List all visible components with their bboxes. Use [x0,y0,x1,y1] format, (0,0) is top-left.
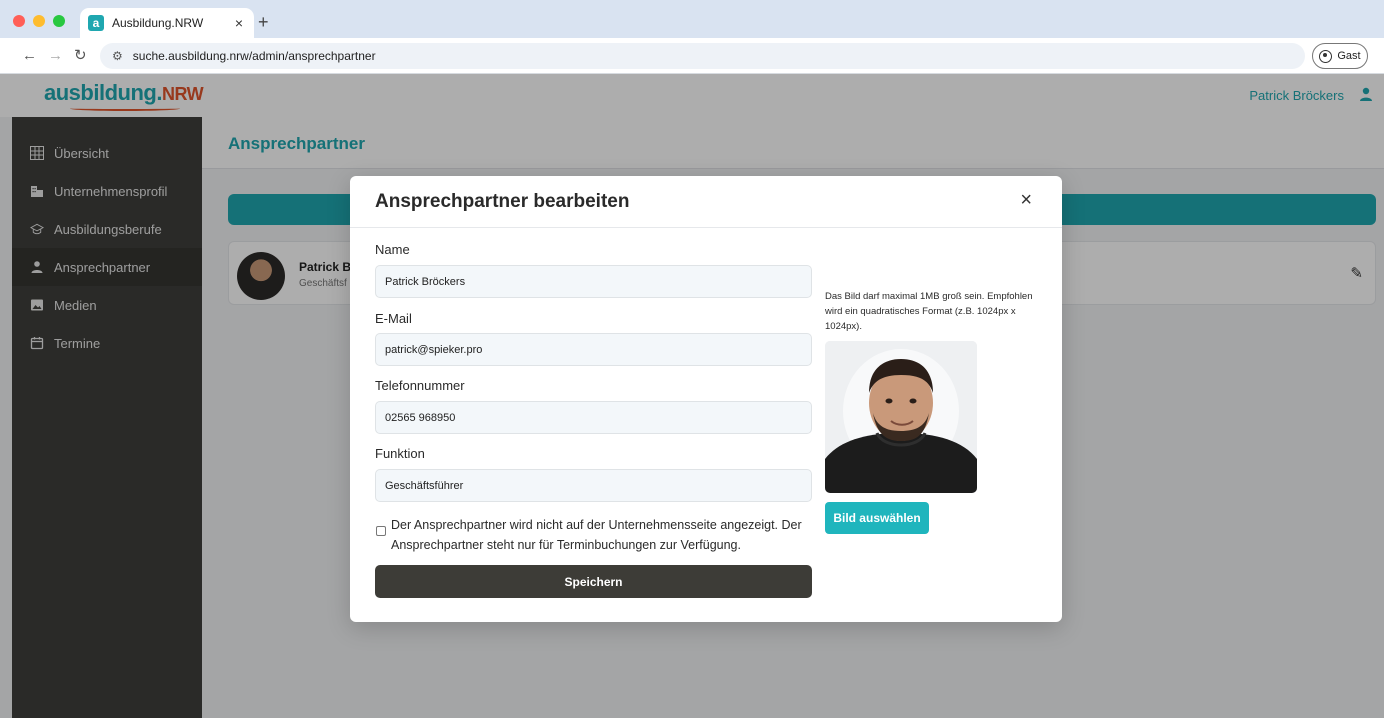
edit-contact-modal: Ansprechpartner bearbeiten × Name E-Mail… [350,176,1062,622]
function-label: Funktion [375,446,425,461]
back-arrow-icon[interactable]: ← [22,47,37,65]
reload-icon[interactable]: ↻ [74,47,87,65]
browser-tab[interactable]: a Ausbildung.NRW × [80,8,254,38]
maximize-window-button[interactable] [53,15,65,27]
modal-header: Ansprechpartner bearbeiten × [350,176,1062,228]
contact-photo [825,341,977,493]
favicon-icon: a [88,15,104,31]
name-label: Name [375,242,410,257]
minimize-window-button[interactable] [33,15,45,27]
profile-label: Gast [1337,50,1361,62]
email-input[interactable] [375,333,812,366]
modal-title: Ansprechpartner bearbeiten [375,191,630,212]
email-label: E-Mail [375,311,412,326]
function-input[interactable] [375,469,812,502]
tab-close-icon[interactable]: × [232,15,246,31]
site-settings-icon[interactable]: ⚙ [112,49,123,63]
url-text: suche.ausbildung.nrw/admin/ansprechpartn… [132,49,376,63]
choose-image-button[interactable]: Bild auswählen [825,502,929,534]
close-window-button[interactable] [13,15,25,27]
phone-input[interactable] [375,401,812,434]
profile-icon [1319,49,1333,63]
close-icon[interactable]: × [1020,190,1032,210]
url-field[interactable]: ⚙ suche.ausbildung.nrw/admin/ansprechpar… [100,43,1305,69]
profile-button[interactable]: Gast [1312,43,1368,69]
tab-title: Ausbildung.NRW [112,16,204,30]
browser-tab-bar: a Ausbildung.NRW × + [0,0,1384,38]
hide-contact-checkbox-label[interactable]: Der Ansprechpartner wird nicht auf der U… [391,515,811,555]
hide-contact-checkbox[interactable] [376,526,386,536]
save-button[interactable]: Speichern [375,565,812,598]
image-hint: Das Bild darf maximal 1MB groß sein. Emp… [825,291,1033,332]
address-bar: ← → ↻ ⚙ suche.ausbildung.nrw/admin/anspr… [0,38,1384,74]
forward-arrow-icon[interactable]: → [48,47,63,65]
phone-label: Telefonnummer [375,378,465,393]
new-tab-button[interactable]: + [258,13,269,31]
name-input[interactable] [375,265,812,298]
